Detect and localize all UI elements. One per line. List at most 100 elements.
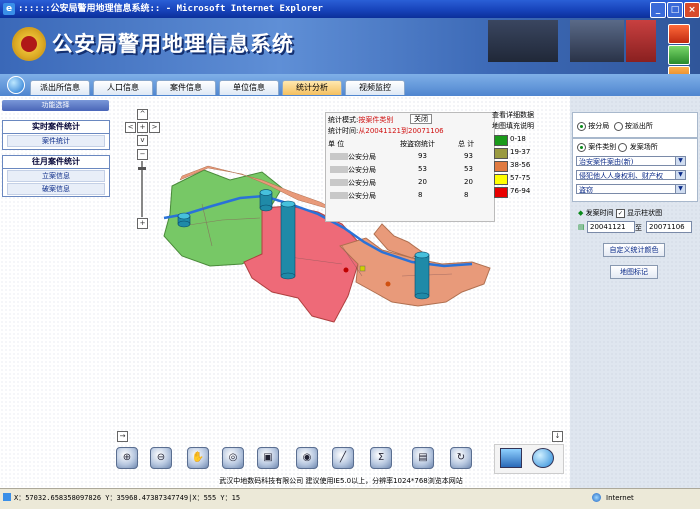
- police-badge-icon: [12, 27, 46, 61]
- stat-bar-base: [177, 220, 191, 228]
- col-total: 总 计: [458, 140, 475, 148]
- legend-swatch: [494, 148, 508, 159]
- tab-units[interactable]: 单位信息: [219, 80, 279, 95]
- type-radio-category[interactable]: [577, 142, 586, 152]
- case-stats-link[interactable]: 案件统计: [7, 135, 105, 147]
- case-type-select[interactable]: 盗窃 ▼: [576, 184, 686, 194]
- app-title: 公安局警用地理信息系统: [52, 32, 294, 56]
- web-globe-icon[interactable]: [532, 448, 554, 468]
- pan-hand-icon[interactable]: ✋: [187, 447, 209, 469]
- stats-panel: 统计模式:按案件类别 关闭 统计时间:从20041121到20071106 单 …: [325, 112, 495, 222]
- minimize-icon[interactable]: _: [650, 2, 666, 18]
- stat-bar-top: [414, 251, 430, 259]
- row-unit: 公安分局: [348, 166, 376, 174]
- close-button[interactable]: 关闭: [410, 114, 432, 124]
- arrow-down-icon[interactable]: ↓: [552, 431, 563, 442]
- mode-value: 按案件类别: [358, 116, 394, 124]
- print-icon[interactable]: ▣: [257, 447, 279, 469]
- time-value: 从20041121到20071106: [358, 127, 444, 135]
- legend-detail-link[interactable]: 查看详细数据: [492, 110, 534, 120]
- window-title-bar: e ::::::公安局警用地理信息系统:: - Microsoft Intern…: [0, 0, 700, 18]
- row-total: 8: [464, 191, 469, 199]
- legend-swatch: [494, 187, 508, 198]
- scope-box: 按分局 按派出所: [572, 112, 698, 138]
- show-bar-label: 显示柱状图: [627, 209, 663, 217]
- footer-text: 武汉中地数码科技有限公司 建议使用IE5.0以上，分辨率1024*768浏览本网…: [219, 477, 463, 485]
- eye-icon[interactable]: ◉: [296, 447, 318, 469]
- custom-color-button[interactable]: 自定义统计颜色: [603, 243, 665, 257]
- group-title: 往月案件统计: [3, 156, 109, 169]
- monthly-stats-group: 往月案件统计 立案信息 破案信息: [2, 155, 110, 197]
- tab-statistics[interactable]: 统计分析: [282, 80, 342, 95]
- show-bar-checkbox[interactable]: ✓: [615, 208, 625, 218]
- stat-bar-base: [280, 272, 296, 280]
- zoom-out-icon[interactable]: ⊖: [150, 447, 172, 469]
- red-district-region: [243, 205, 363, 323]
- legend-label: 76-94: [510, 187, 531, 195]
- scope-label: 按派出所: [624, 122, 653, 130]
- row-unit: 公安分局: [348, 179, 376, 187]
- monitor-icon[interactable]: [500, 448, 522, 468]
- diamond-icon: ◆: [578, 209, 584, 217]
- case-subtype-select[interactable]: 侵犯他人人身权利、财产权 ▼: [576, 170, 686, 180]
- type-radio-place[interactable]: [618, 142, 628, 152]
- time-label: 统计时间:: [328, 127, 359, 135]
- row-value: 53: [418, 165, 427, 173]
- coords-readout: X：57032.658358097826 Y：35968.47387347749…: [14, 494, 241, 502]
- stat-bar-top: [177, 212, 191, 220]
- row-unit: 公安分局: [348, 153, 376, 161]
- maximize-icon[interactable]: □: [667, 2, 683, 18]
- globe-icon[interactable]: ◎: [222, 447, 244, 469]
- refresh-icon[interactable]: ↻: [450, 447, 472, 469]
- legend-label: 19-37: [510, 148, 531, 156]
- police-photo-image: [488, 20, 558, 62]
- marker-square: [359, 265, 366, 272]
- layer-icon[interactable]: ▤: [412, 447, 434, 469]
- legend-swatch: [494, 174, 508, 185]
- tab-police-station[interactable]: 派出所信息: [30, 80, 90, 95]
- row-total: 53: [464, 165, 473, 173]
- row-total: 20: [464, 178, 473, 186]
- tab-video[interactable]: 视频监控: [345, 80, 405, 95]
- case-reason-select[interactable]: 治安案件案由(新) ▼: [576, 156, 686, 166]
- legend-swatch: [494, 135, 508, 146]
- internet-zone-icon: [592, 493, 601, 502]
- calendar-icon: ▤: [578, 223, 585, 231]
- scope-label: 按分局: [588, 122, 610, 130]
- col-theft: 按盗窃统计: [400, 140, 435, 148]
- date-from-input[interactable]: 20041121: [587, 221, 635, 233]
- date-to-input[interactable]: 20071106: [646, 221, 692, 233]
- legend-title: 地图填充说明: [492, 122, 534, 130]
- nav-globe-icon: [7, 76, 25, 94]
- legend-label: 0-18: [510, 135, 526, 143]
- tab-population[interactable]: 人口信息: [93, 80, 153, 95]
- stat-bar[interactable]: [280, 203, 296, 277]
- row-total: 93: [464, 152, 473, 160]
- close-window-icon[interactable]: ×: [684, 2, 700, 18]
- help-icon[interactable]: [668, 45, 690, 65]
- redacted-name: [330, 153, 348, 160]
- sum-icon[interactable]: Σ: [370, 447, 392, 469]
- date-to-label: 至: [635, 224, 642, 232]
- scope-radio-station[interactable]: [613, 121, 623, 131]
- redacted-name: [330, 179, 348, 186]
- row-value: 20: [418, 178, 427, 186]
- home-icon[interactable]: [668, 24, 690, 44]
- measure-icon[interactable]: ╱: [332, 447, 354, 469]
- map-mark-button[interactable]: 地图标记: [610, 265, 658, 279]
- zoom-in-icon[interactable]: ⊕: [116, 447, 138, 469]
- filed-cases-link[interactable]: 立案信息: [7, 170, 105, 182]
- time-filter-label: 发案时间: [585, 209, 614, 217]
- type-label: 案件类别: [588, 143, 617, 151]
- type-label: 发案场所: [629, 143, 658, 151]
- stat-bar-base: [414, 292, 430, 300]
- group-title: 实时案件统计: [3, 121, 109, 134]
- legend-swatch: [494, 161, 508, 172]
- stat-bar[interactable]: [414, 254, 430, 297]
- scope-radio-branch[interactable]: [577, 121, 586, 131]
- arrow-right-icon[interactable]: →: [117, 431, 128, 442]
- solved-cases-link[interactable]: 破案信息: [7, 183, 105, 195]
- page-icon: [3, 493, 11, 501]
- tab-cases[interactable]: 案件信息: [156, 80, 216, 95]
- legend-label: 38-56: [510, 161, 531, 169]
